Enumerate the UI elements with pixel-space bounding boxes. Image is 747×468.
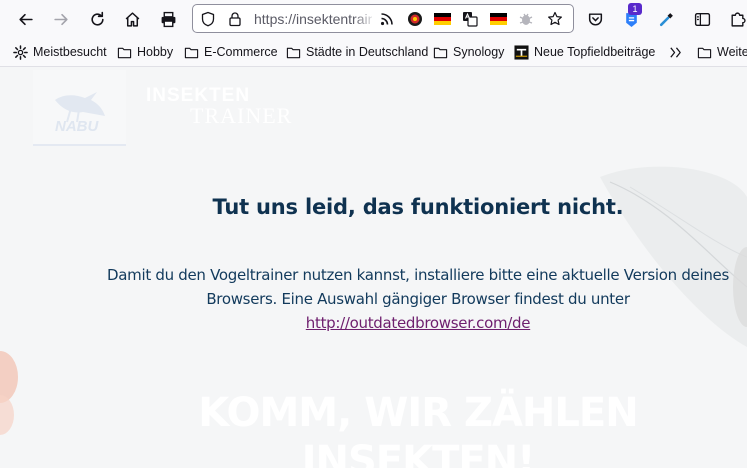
pocket-icon[interactable] (582, 6, 608, 32)
bookmark-label: Weite (717, 45, 747, 59)
bookmark-label: Städte in Deutschland (306, 45, 429, 59)
url-fade (353, 7, 377, 31)
error-message: Damit du den Vogeltrainer nutzen kannst,… (93, 263, 743, 335)
error-heading: Tut uns leid, das funktioniert nicht. (212, 195, 624, 219)
extension-bug-icon[interactable] (517, 10, 535, 28)
gear-icon (13, 44, 28, 60)
bookmark-staedte[interactable]: Städte in Deutschland (286, 43, 428, 61)
bookmark-hobby[interactable]: Hobby (117, 43, 173, 61)
sidebar-icon[interactable] (689, 6, 715, 32)
folder-icon (433, 47, 448, 58)
folder-icon (117, 47, 132, 58)
site-title-line2: TRAINER (190, 103, 293, 128)
forward-arrow-icon[interactable] (48, 6, 74, 32)
message-line1: Damit du den Vogeltrainer nutzen kannst,… (107, 266, 729, 284)
outdated-browser-link[interactable]: http://outdatedbrowser.com/de (306, 314, 531, 332)
home-icon[interactable] (119, 6, 145, 32)
reload-icon[interactable] (84, 6, 110, 32)
message-line2: Browsers. Eine Auswahl gängiger Browser … (206, 290, 630, 308)
folder-icon (286, 47, 301, 58)
rss-feed-icon[interactable] (378, 10, 396, 28)
bookmarks-toolbar: Meistbesucht Hobby E-Commerce Städte in … (0, 37, 747, 67)
double-chevron-icon (670, 46, 681, 58)
bookmarks-overflow-button[interactable] (668, 43, 683, 61)
bookmark-label: E-Commerce (204, 45, 278, 59)
browser-toolbar: https://insektentrainer.nabu.de 1 (0, 0, 747, 37)
german-flag-icon[interactable] (433, 10, 451, 28)
bg-headline-line1: KOMM, WIR ZÄHLEN (198, 390, 638, 436)
folder-icon (184, 47, 199, 58)
bookmark-label: Neue Topfieldbeiträge (534, 45, 656, 59)
bookmark-meistbesucht[interactable]: Meistbesucht (13, 43, 107, 61)
bookmark-e-commerce[interactable]: E-Commerce (184, 43, 278, 61)
url-bar[interactable]: https://insektentrainer.nabu.de (192, 4, 574, 33)
logo-text: NABU (55, 118, 99, 135)
bookmark-topfield[interactable]: Neue Topfieldbeiträge (514, 43, 655, 61)
back-arrow-icon[interactable] (12, 6, 38, 32)
eyedropper-icon[interactable] (653, 6, 679, 32)
nabu-logo[interactable]: NABU (33, 70, 126, 146)
shield-icon[interactable] (199, 10, 217, 28)
target-icon[interactable] (406, 10, 424, 28)
bookmark-synology[interactable]: Synology (433, 43, 504, 61)
bookmark-weitere[interactable]: Weite (697, 43, 747, 61)
lock-icon[interactable] (226, 10, 244, 28)
translate-icon[interactable] (461, 10, 479, 28)
folder-icon (697, 47, 712, 58)
bookmark-label: Meistbesucht (33, 45, 107, 59)
site-title[interactable]: INSEKTEN TRAINER (146, 86, 293, 128)
bg-headline-line2: INSEKTEN! (301, 438, 536, 468)
page-content: NABU INSEKTEN TRAINER Tut uns leid, das … (0, 67, 747, 468)
bookmark-label: Hobby (137, 45, 174, 59)
print-icon[interactable] (155, 6, 181, 32)
background-headline: KOMM, WIR ZÄHLEN INSEKTEN! (0, 389, 747, 468)
extensions-puzzle-icon[interactable] (724, 6, 747, 32)
star-icon[interactable] (546, 10, 564, 28)
bookmark-label: Synology (453, 45, 505, 59)
extension-badge: 1 (628, 3, 642, 15)
german-flag-icon[interactable] (489, 10, 507, 28)
topfield-icon (514, 44, 529, 60)
